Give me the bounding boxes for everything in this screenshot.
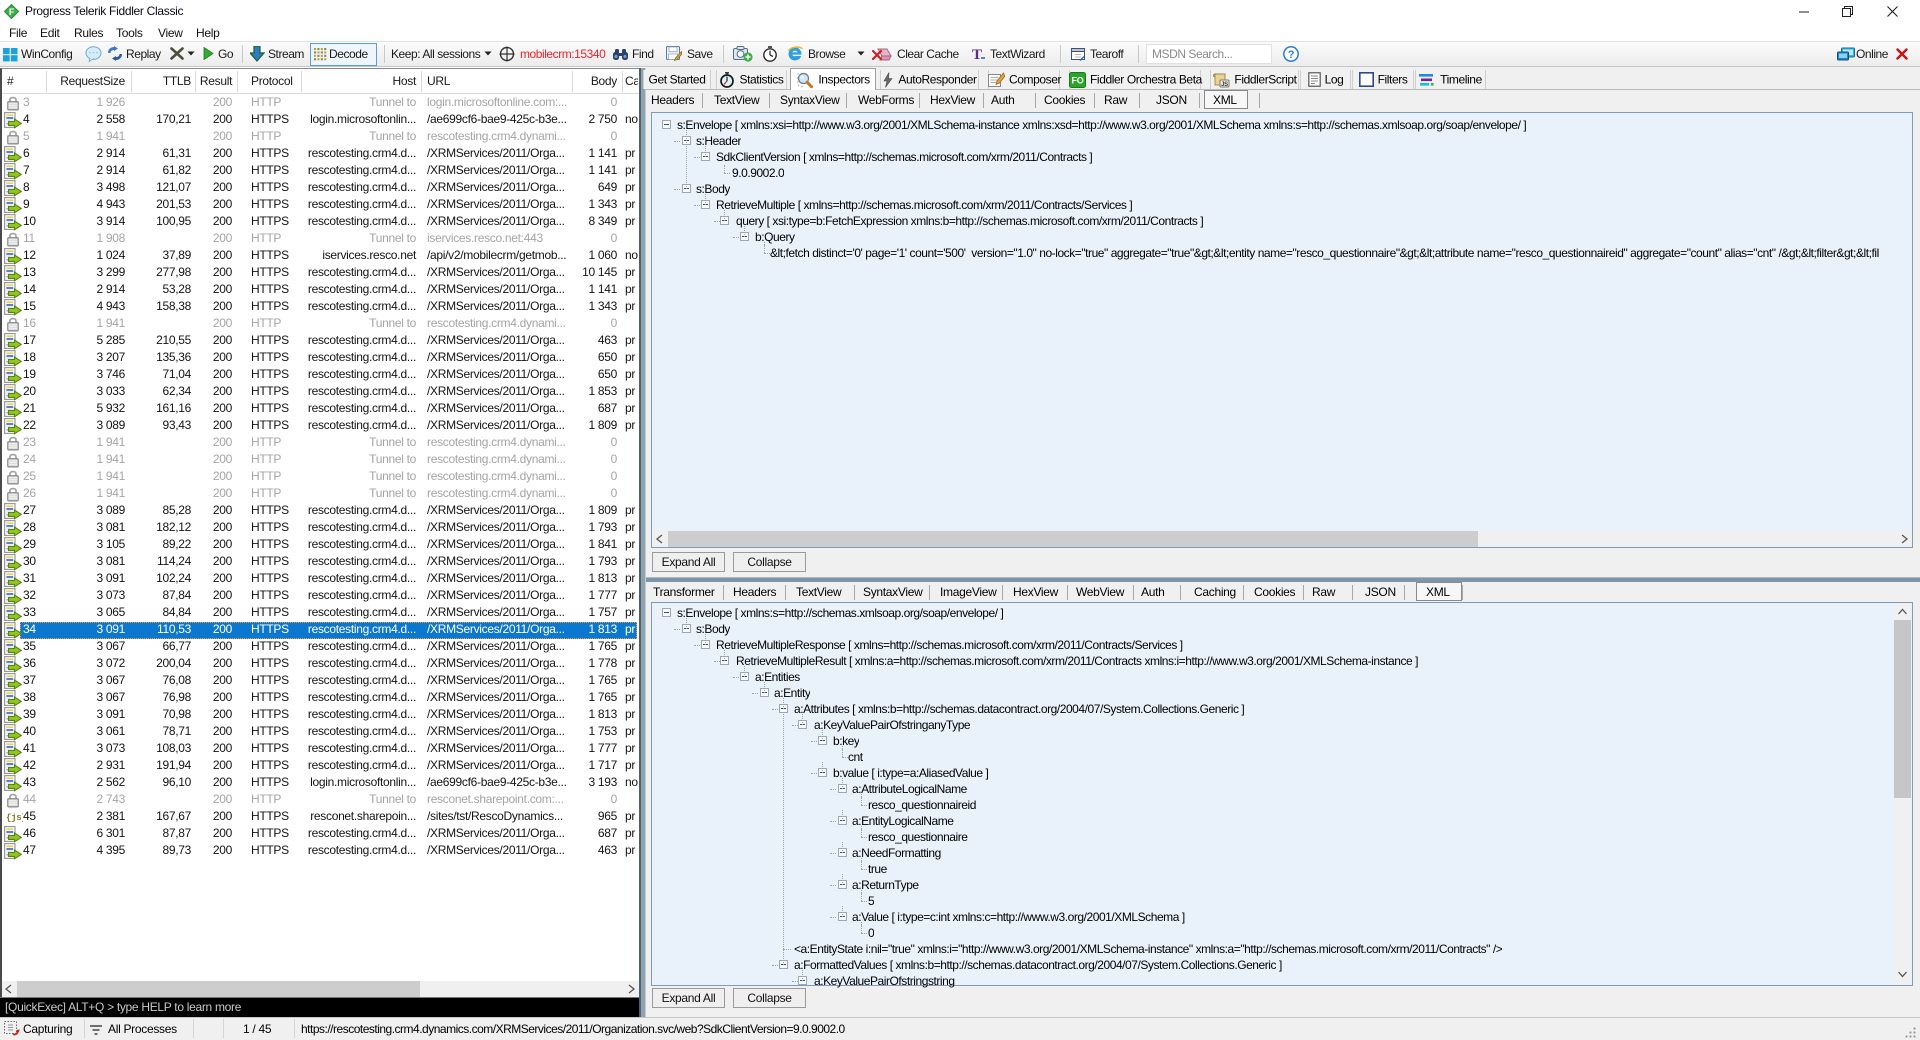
svg-text:T: T bbox=[972, 47, 982, 61]
svg-text:{js}: {js} bbox=[6, 813, 23, 823]
svg-text:F: F bbox=[9, 7, 15, 17]
svg-text:?: ? bbox=[1288, 49, 1295, 61]
svg-text:FO: FO bbox=[1072, 75, 1084, 85]
svg-text:JS: JS bbox=[1222, 82, 1229, 88]
